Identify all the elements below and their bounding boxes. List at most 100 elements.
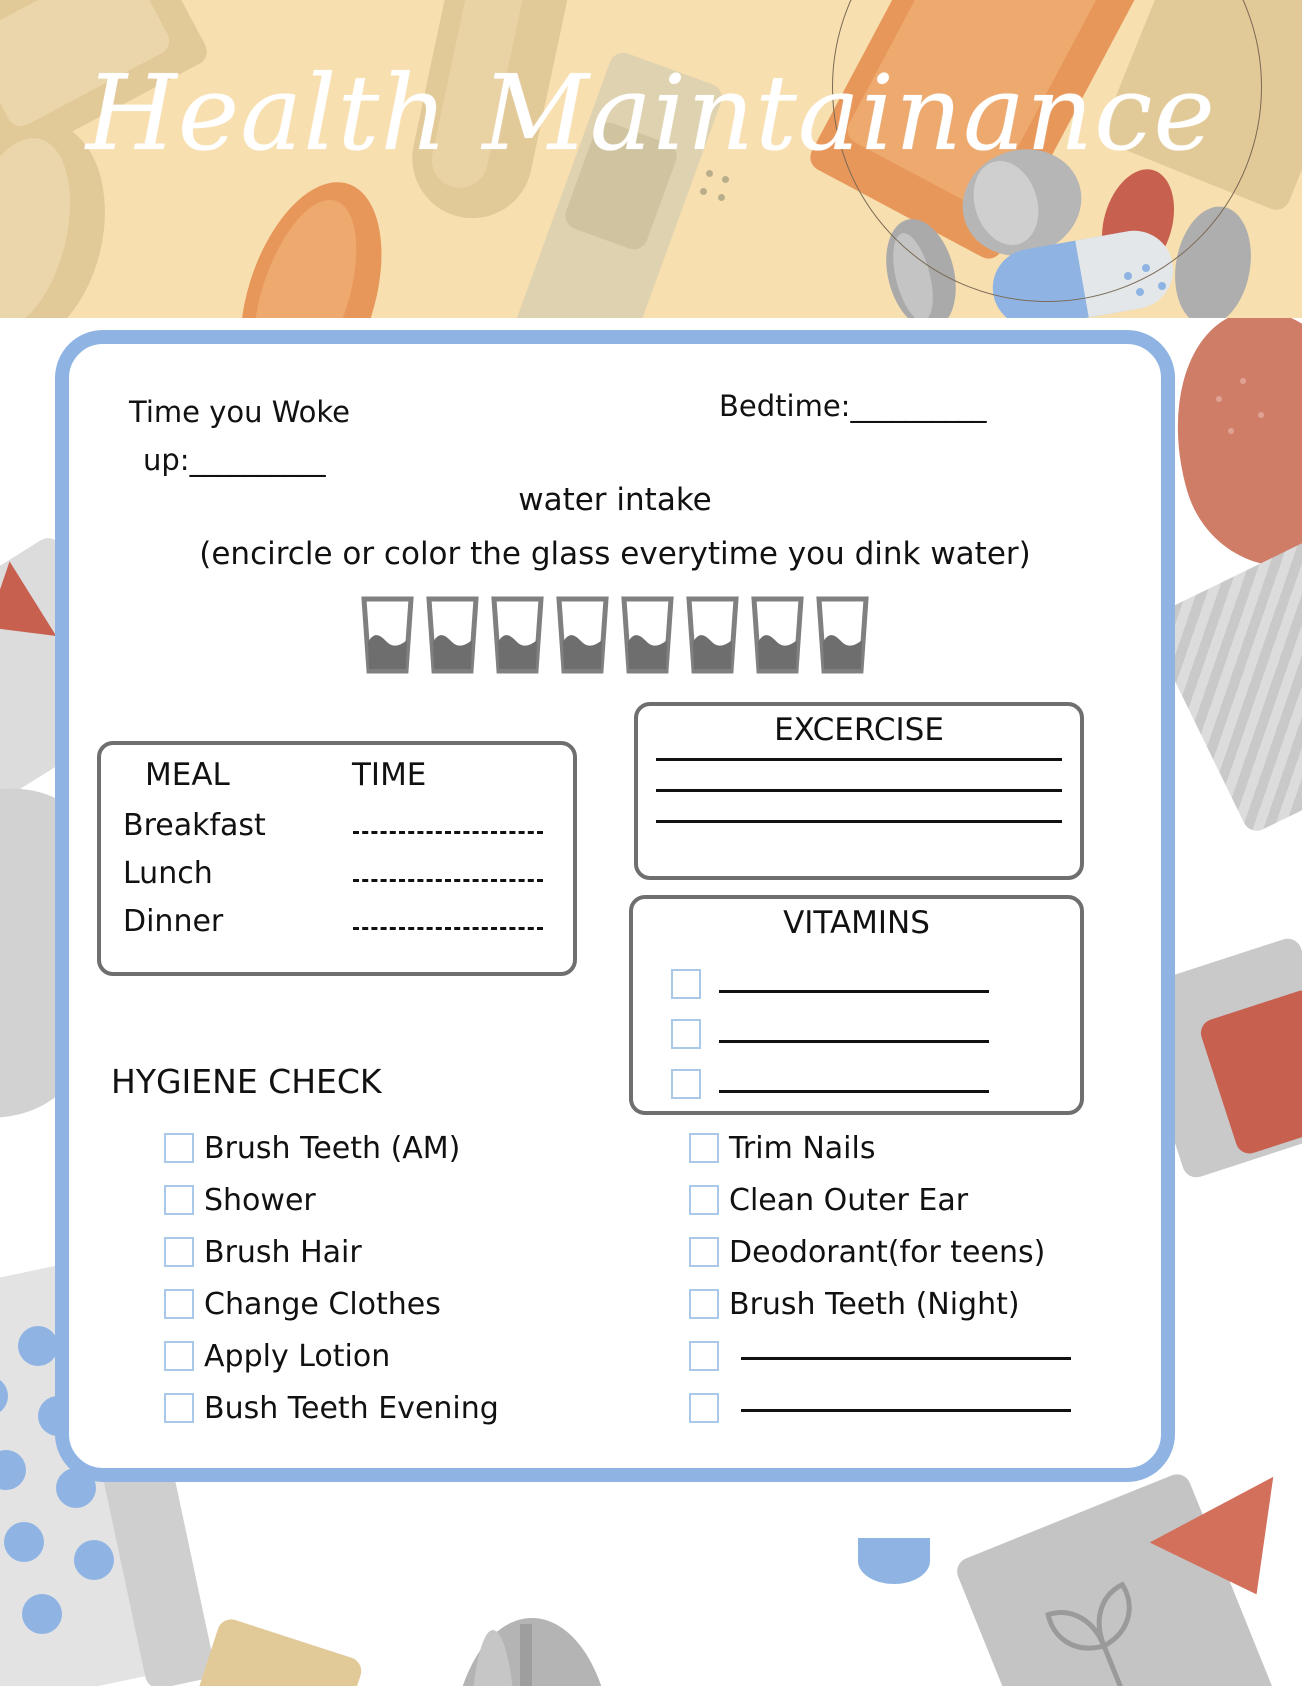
wake-time-blank[interactable]: __________ (190, 443, 326, 477)
meal-table-body: Breakfast Lunch Dinner (123, 801, 551, 945)
hygiene-checkbox-left-2[interactable] (164, 1237, 194, 1267)
decor-blister-dot-6 (4, 1522, 44, 1562)
worksheet-page: Health Maintainance Time you Woke up:___… (0, 0, 1302, 1686)
hygiene-item[interactable]: Brush Hair (164, 1226, 634, 1278)
exercise-blank-line[interactable] (656, 820, 1062, 823)
hygiene-item[interactable]: Shower (164, 1174, 634, 1226)
water-glass[interactable] (556, 596, 609, 674)
hygiene-item-label: Bush Teeth Evening (204, 1390, 499, 1426)
meal-time-blank[interactable] (353, 830, 543, 834)
meal-table-row: Breakfast (123, 801, 551, 849)
water-glass[interactable] (686, 596, 739, 674)
vitamins-title: VITAMINS (783, 905, 930, 941)
meal-table: MEAL TIME Breakfast Lunch Dinner (97, 741, 577, 976)
water-glass-fill (758, 635, 797, 669)
meal-column-header: MEAL (145, 757, 230, 793)
hygiene-item-label: Deodorant(for teens) (729, 1234, 1046, 1270)
vitamin-blank-line[interactable] (719, 1090, 989, 1093)
hygiene-item[interactable]: Trim Nails (689, 1122, 1129, 1174)
water-glass-fill (693, 635, 732, 669)
meal-table-row: Lunch (123, 849, 551, 897)
water-glass-fill (433, 635, 472, 669)
time-column-header: TIME (351, 757, 427, 793)
decor-salmon-speck-2 (1240, 378, 1246, 384)
exercise-box: EXCERCISE (634, 702, 1084, 880)
header-band: Health Maintainance (0, 0, 1302, 318)
hygiene-item-label: Brush Teeth (Night) (729, 1286, 1020, 1322)
meal-table-row: Dinner (123, 897, 551, 945)
decor-blister-dot-1 (18, 1326, 58, 1366)
hygiene-item-label: Brush Hair (204, 1234, 362, 1270)
hygiene-checkbox-left-3[interactable] (164, 1289, 194, 1319)
exercise-write-lines[interactable] (656, 758, 1062, 823)
hygiene-checkbox-left-4[interactable] (164, 1341, 194, 1371)
exercise-title: EXCERCISE (774, 712, 944, 748)
water-glass-fill (628, 635, 667, 669)
decor-bottom-tan-sliver (185, 1615, 365, 1686)
hygiene-item[interactable]: Clean Outer Ear (689, 1174, 1129, 1226)
exercise-blank-line[interactable] (656, 758, 1062, 761)
hygiene-item[interactable]: Apply Lotion (164, 1330, 634, 1382)
vitamin-row (671, 1049, 1080, 1099)
meal-name: Dinner (123, 903, 224, 939)
hygiene-checkbox-right-3[interactable] (689, 1289, 719, 1319)
water-glass[interactable] (621, 596, 674, 674)
water-glass[interactable] (751, 596, 804, 674)
hygiene-item[interactable]: Brush Teeth (Night) (689, 1278, 1129, 1330)
hygiene-blank-line[interactable] (741, 1356, 1071, 1360)
vitamin-blank-line[interactable] (719, 990, 989, 993)
bedtime-blank[interactable]: __________ (850, 389, 986, 423)
hygiene-checkbox-right-0[interactable] (689, 1133, 719, 1163)
hygiene-item[interactable]: Change Clothes (164, 1278, 634, 1330)
hygiene-item[interactable]: Bush Teeth Evening (164, 1382, 634, 1434)
vitamin-row (671, 999, 1080, 1049)
hygiene-checkbox-right-2[interactable] (689, 1237, 719, 1267)
water-glass[interactable] (816, 596, 869, 674)
water-intake-title: water intake (518, 482, 712, 518)
hygiene-right-column: Trim Nails Clean Outer Ear Deodorant(for t… (689, 1122, 1129, 1434)
hygiene-checkbox-right-5[interactable] (689, 1393, 719, 1423)
worksheet-card: Time you Woke up:__________ Bedtime:____… (55, 330, 1175, 1482)
meal-time-blank[interactable] (353, 926, 543, 930)
decor-salmon-speck-1 (1216, 396, 1222, 402)
hygiene-checkbox-left-0[interactable] (164, 1133, 194, 1163)
decor-salmon-speck-3 (1258, 412, 1264, 418)
vitamin-checkbox[interactable] (671, 1069, 701, 1099)
meal-name: Lunch (123, 855, 213, 891)
meal-table-header: MEAL TIME (123, 757, 551, 793)
water-glass-row (69, 596, 1161, 674)
hygiene-checkbox-left-5[interactable] (164, 1393, 194, 1423)
water-glass[interactable] (491, 596, 544, 674)
decor-bandage-hole-2 (722, 176, 729, 183)
hygiene-item[interactable] (689, 1330, 1129, 1382)
bedtime-label: Bedtime: (719, 389, 851, 423)
bedtime-field[interactable]: Bedtime:__________ (719, 389, 986, 423)
vitamin-blank-line[interactable] (719, 1040, 989, 1043)
meal-time-blank[interactable] (353, 878, 543, 882)
vitamin-checkbox[interactable] (671, 969, 701, 999)
hygiene-item[interactable]: Brush Teeth (AM) (164, 1122, 634, 1174)
decor-blister-dot-7 (74, 1540, 114, 1580)
water-glass[interactable] (361, 596, 414, 674)
vitamins-box: VITAMINS (629, 895, 1084, 1115)
decor-bandage-hole-4 (718, 194, 725, 201)
hygiene-checkbox-left-1[interactable] (164, 1185, 194, 1215)
vitamin-row (671, 949, 1080, 999)
vitamin-checkbox[interactable] (671, 1019, 701, 1049)
decor-salmon-speck-4 (1228, 428, 1234, 434)
decor-bottom-center-capsule-split (520, 1624, 532, 1686)
hygiene-left-column: Brush Teeth (AM) Shower Brush Hair Change C… (164, 1122, 634, 1434)
meal-name: Breakfast (123, 807, 266, 843)
hygiene-blank-line[interactable] (741, 1408, 1071, 1412)
page-title: Health Maintainance (86, 52, 1216, 174)
hygiene-item[interactable]: Deodorant(for teens) (689, 1226, 1129, 1278)
water-glass[interactable] (426, 596, 479, 674)
wake-time-field[interactable]: Time you Woke up:__________ (129, 389, 459, 485)
hygiene-item[interactable] (689, 1382, 1129, 1434)
decor-bandage-hole-3 (700, 188, 707, 195)
hygiene-checkbox-right-4[interactable] (689, 1341, 719, 1371)
decor-blister-dot-8 (22, 1594, 62, 1634)
hygiene-item-label: Shower (204, 1182, 316, 1218)
hygiene-checkbox-right-1[interactable] (689, 1185, 719, 1215)
exercise-blank-line[interactable] (656, 789, 1062, 792)
